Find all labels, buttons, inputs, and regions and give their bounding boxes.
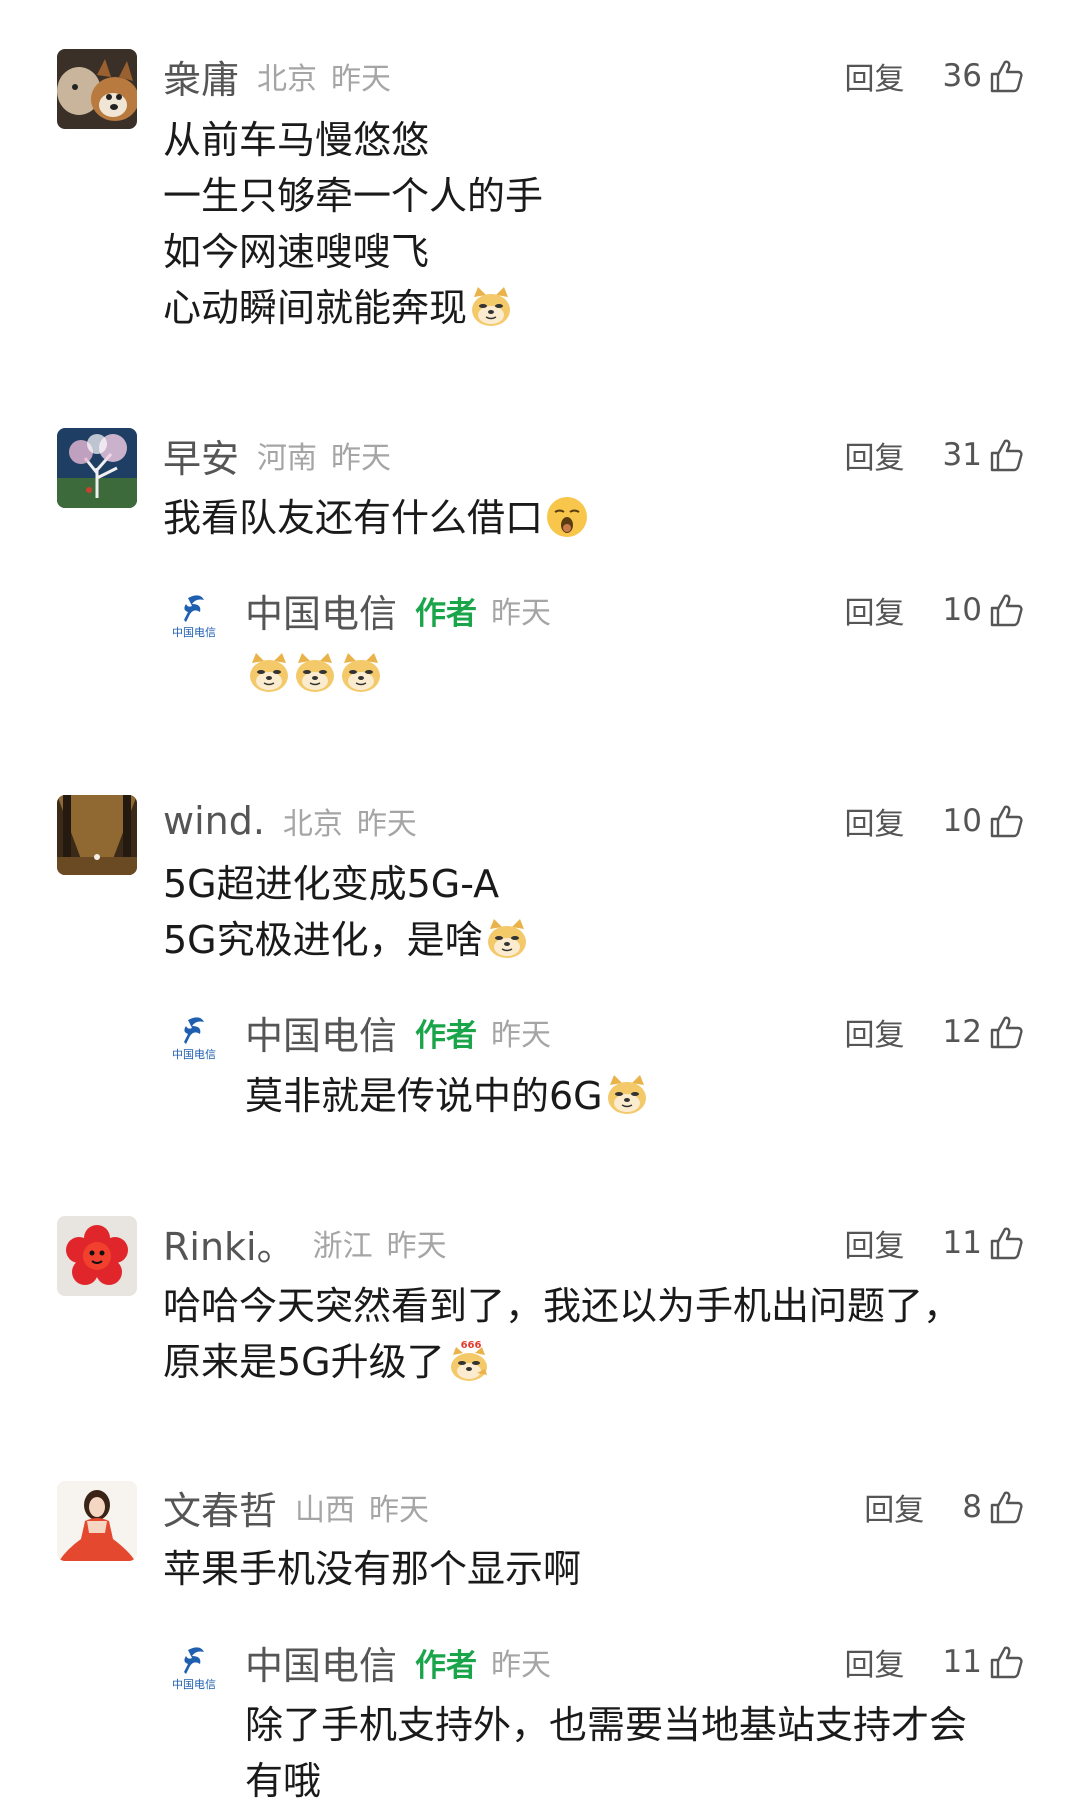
comment-text: 哈哈今天突然看到了，我还以为手机出问题了， 原来是5G升级了 666 bbox=[163, 1284, 962, 1384]
tree-photo-icon bbox=[57, 428, 137, 508]
author-badge: 作者 bbox=[415, 1017, 478, 1054]
doge-666-emoji-icon: 666 bbox=[447, 1339, 491, 1383]
reply-button[interactable]: 回复 bbox=[845, 799, 905, 843]
reply-button[interactable]: 回复 bbox=[845, 1010, 905, 1054]
like-count: 10 bbox=[942, 803, 982, 839]
yawn-emoji-icon bbox=[545, 495, 589, 539]
svg-text:中国电信: 中国电信 bbox=[172, 626, 216, 639]
telecom-logo-avatar[interactable]: 中国电信 bbox=[166, 1012, 222, 1068]
svg-text:中国电信: 中国电信 bbox=[172, 1678, 216, 1691]
svg-text:666: 666 bbox=[460, 1340, 481, 1351]
forest-light-photo-icon bbox=[57, 795, 137, 875]
username[interactable]: 中国电信 bbox=[245, 583, 397, 638]
timestamp: 昨天 bbox=[491, 1018, 552, 1053]
doge-emoji-icon bbox=[605, 1073, 649, 1117]
like-count: 36 bbox=[942, 58, 982, 94]
comment-text: 我看队友还有什么借口 bbox=[163, 490, 589, 546]
like-count: 8 bbox=[962, 1489, 982, 1525]
dogs-photo-icon bbox=[57, 49, 137, 129]
doge-emoji-icon bbox=[247, 651, 291, 695]
thumbs-up-icon[interactable] bbox=[988, 1225, 1024, 1261]
location-label: 北京 bbox=[257, 62, 318, 97]
location-label: 山西 bbox=[295, 1493, 356, 1528]
comment-text bbox=[245, 646, 383, 702]
doge-emoji-icon bbox=[469, 285, 513, 329]
username[interactable]: Rinki。 bbox=[163, 1216, 295, 1271]
user-avatar[interactable] bbox=[57, 795, 137, 875]
reply-button[interactable]: 回复 bbox=[845, 1640, 905, 1684]
telecom-logo-avatar[interactable]: 中国电信 bbox=[166, 1642, 222, 1698]
timestamp: 昨天 bbox=[491, 596, 552, 631]
username[interactable]: 文春哲 bbox=[163, 1480, 277, 1535]
reply-button[interactable]: 回复 bbox=[845, 1221, 905, 1265]
username[interactable]: 早安 bbox=[163, 428, 239, 483]
comment-text: 莫非就是传说中的6G bbox=[245, 1068, 649, 1124]
thumbs-up-icon[interactable] bbox=[988, 1489, 1024, 1525]
doge-emoji-icon bbox=[485, 917, 529, 961]
thumbs-up-icon[interactable] bbox=[988, 1014, 1024, 1050]
timestamp: 昨天 bbox=[331, 441, 392, 476]
location-label: 浙江 bbox=[312, 1229, 373, 1264]
user-avatar[interactable] bbox=[57, 1481, 137, 1561]
timestamp: 昨天 bbox=[369, 1493, 430, 1528]
like-count: 12 bbox=[942, 1014, 982, 1050]
user-avatar[interactable] bbox=[57, 1216, 137, 1296]
reply-button[interactable]: 回复 bbox=[845, 433, 905, 477]
doge-emoji-icon bbox=[339, 651, 383, 695]
reply-button[interactable]: 回复 bbox=[864, 1485, 924, 1529]
comment-text: 从前车马慢悠悠 一生只够牵一个人的手 如今网速嗖嗖飞 心动瞬间就能奔现 bbox=[163, 118, 544, 330]
username[interactable]: wind. bbox=[163, 799, 265, 843]
telecom-logo-avatar[interactable]: 中国电信 bbox=[166, 590, 222, 646]
reply-button[interactable]: 回复 bbox=[845, 54, 905, 98]
username[interactable]: 中国电信 bbox=[245, 1635, 397, 1690]
comment-text: 5G超进化变成5G-A 5G究极进化，是啥 bbox=[163, 856, 529, 968]
like-count: 31 bbox=[942, 437, 982, 473]
reply-button[interactable]: 回复 bbox=[845, 588, 905, 632]
username[interactable]: 衆庸 bbox=[163, 49, 239, 104]
thumbs-up-icon[interactable] bbox=[988, 437, 1024, 473]
user-avatar[interactable] bbox=[57, 49, 137, 129]
location-label: 河南 bbox=[257, 441, 318, 476]
timestamp: 昨天 bbox=[491, 1648, 552, 1683]
author-badge: 作者 bbox=[415, 1647, 478, 1684]
like-count: 10 bbox=[942, 592, 982, 628]
thumbs-up-icon[interactable] bbox=[988, 58, 1024, 94]
thumbs-up-icon[interactable] bbox=[988, 803, 1024, 839]
timestamp: 昨天 bbox=[331, 62, 392, 97]
like-count: 11 bbox=[942, 1644, 982, 1680]
comment-text: 除了手机支持外，也需要当地基站支持才会 有哦 bbox=[245, 1703, 968, 1803]
timestamp: 昨天 bbox=[356, 807, 417, 842]
location-label: 北京 bbox=[282, 807, 343, 842]
doge-emoji-icon bbox=[293, 651, 337, 695]
svg-text:中国电信: 中国电信 bbox=[172, 1048, 216, 1061]
username[interactable]: 中国电信 bbox=[245, 1005, 397, 1060]
user-avatar[interactable] bbox=[57, 428, 137, 508]
woman-red-dress-photo-icon bbox=[57, 1481, 137, 1561]
thumbs-up-icon[interactable] bbox=[988, 1644, 1024, 1680]
timestamp: 昨天 bbox=[386, 1229, 447, 1264]
thumbs-up-icon[interactable] bbox=[988, 592, 1024, 628]
red-flower-photo-icon bbox=[57, 1216, 137, 1296]
comment-text: 苹果手机没有那个显示啊 bbox=[163, 1547, 582, 1591]
like-count: 11 bbox=[942, 1225, 982, 1261]
author-badge: 作者 bbox=[415, 595, 478, 632]
